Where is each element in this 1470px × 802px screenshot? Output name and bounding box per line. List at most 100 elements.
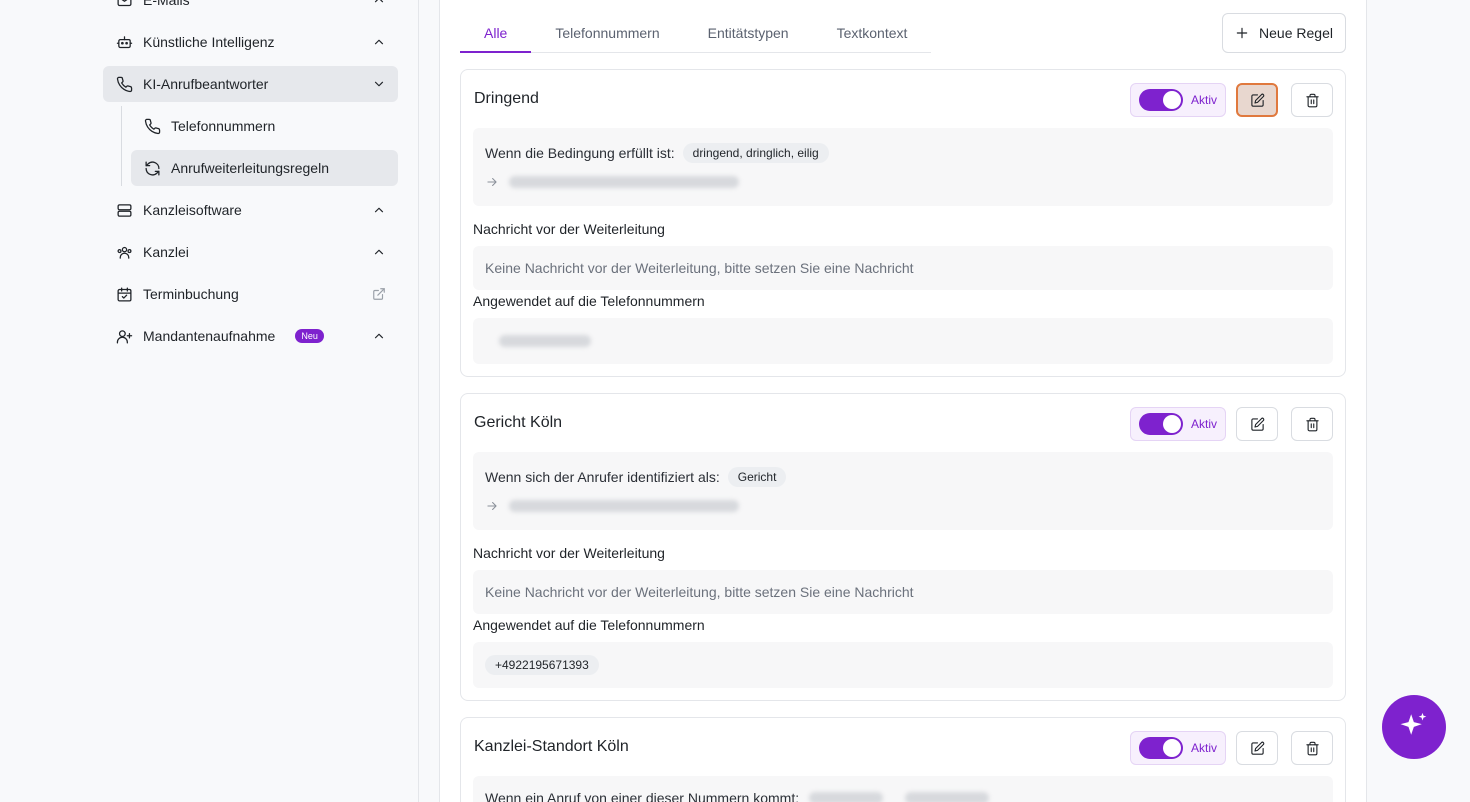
trash-icon [1305,741,1319,755]
redacted-phone [499,335,591,347]
redacted-target [509,176,739,188]
message-section-label: Nachricht vor der Weiterleitung [473,545,665,561]
rule-title: Dringend [474,90,539,107]
applied-section-label: Angewendet auf die Telefonnummern [473,293,705,309]
edit-icon [1250,741,1264,755]
sidebar: E-Mails Künstliche Intelligenz KI-Anrufb… [0,0,419,802]
calendar-check-icon [115,285,133,303]
status-label: Aktiv [1191,93,1218,107]
tab-phone-numbers[interactable]: Telefonnummern [531,14,683,52]
server-icon [115,201,133,219]
condition-box: Wenn sich der Anrufer identifiziert als:… [473,452,1333,530]
new-rule-label: Neue Regel [1259,25,1333,41]
condition-label: Wenn die Bedingung erfüllt ist: [485,145,675,161]
chevron-up-icon [372,329,386,343]
applied-section-label: Angewendet auf die Telefonnummern [473,617,705,633]
condition-box: Wenn ein Anruf von einer dieser Nummern … [473,776,1333,802]
tab-text-context[interactable]: Textkontext [813,14,932,52]
chevron-up-icon [372,35,386,49]
message-field[interactable]: Keine Nachricht vor der Weiterleitung, b… [473,246,1333,290]
status-label: Aktiv [1191,741,1218,755]
edit-button[interactable] [1236,407,1278,441]
sparkles-icon [1400,712,1427,735]
filter-tabs: Alle Telefonnummern Entitätstypen Textko… [460,14,931,53]
sidebar-item-label: Telefonnummern [171,118,276,134]
submenu-line [121,106,122,186]
phone-icon [143,117,161,135]
users-icon [115,243,133,261]
rule-title: Gericht Köln [474,414,563,431]
rule-card: Kanzlei-Standort Köln Aktiv Wenn ein Anr… [460,717,1346,802]
status-toggle-container: Aktiv [1130,83,1226,117]
message-field[interactable]: Keine Nachricht vor der Weiterleitung, b… [473,570,1333,614]
condition-box: Wenn die Bedingung erfüllt ist: dringend… [473,128,1333,206]
entity-chip: Gericht [727,467,787,487]
trash-icon [1305,417,1319,431]
sidebar-item-label: Mandantenaufnahme [143,328,276,344]
message-section-label: Nachricht vor der Weiterleitung [473,221,665,237]
phone-icon [115,75,133,93]
sidebar-item-label: E-Mails [143,0,190,8]
rule-card: Gericht Köln Aktiv Wenn sich der Anrufer… [460,393,1346,701]
user-plus-icon [115,327,133,345]
rule-title: Kanzlei-Standort Köln [474,738,629,755]
delete-button[interactable] [1291,407,1333,441]
delete-button[interactable] [1291,83,1333,117]
active-toggle[interactable] [1139,413,1183,435]
arrow-right-icon [487,501,497,511]
status-toggle-container: Aktiv [1130,407,1226,441]
status-label: Aktiv [1191,417,1218,431]
external-link-icon [372,287,386,301]
redacted-number [905,792,990,802]
refresh-icon [143,159,161,177]
plus-icon [1236,27,1248,39]
sidebar-item-label: Anrufweiterleitungsregeln [171,160,329,176]
sidebar-item-ai-answering[interactable]: KI-Anrufbeantworter [103,66,398,102]
keyword-chip: dringend, dringlich, eilig [682,143,829,163]
active-toggle[interactable] [1139,737,1183,759]
sidebar-item-label: Kanzlei [143,244,189,260]
phone-list [473,318,1333,364]
edit-icon [1250,417,1264,431]
arrow-right-icon [487,177,497,187]
sidebar-item-office-software[interactable]: Kanzleisoftware [103,192,398,228]
trash-icon [1305,93,1319,107]
status-toggle-container: Aktiv [1130,731,1226,765]
chevron-down-icon [372,77,386,91]
phone-chip: +4922195671393 [485,655,599,675]
mail-icon [115,0,133,9]
active-toggle[interactable] [1139,89,1183,111]
sidebar-item-booking[interactable]: Terminbuchung [103,276,398,312]
sidebar-item-label: Terminbuchung [143,286,239,302]
ai-assistant-button[interactable] [1382,695,1446,759]
bot-icon [115,33,133,51]
sidebar-item-phone-numbers[interactable]: Telefonnummern [131,108,398,144]
sidebar-item-label: KI-Anrufbeantworter [143,76,269,92]
redacted-number [809,792,884,802]
redacted-target [509,500,739,512]
sidebar-item-forwarding-rules[interactable]: Anrufweiterleitungsregeln [131,150,398,186]
condition-label: Wenn ein Anruf von einer dieser Nummern … [485,790,800,802]
new-rule-button[interactable]: Neue Regel [1222,13,1346,53]
delete-button[interactable] [1291,731,1333,765]
edit-button[interactable] [1236,731,1278,765]
phone-list: +4922195671393 [473,642,1333,688]
forward-target [485,175,739,189]
tab-entity-types[interactable]: Entitätstypen [684,14,813,52]
forward-target [485,499,739,513]
edit-icon [1250,93,1264,107]
condition-label: Wenn sich der Anrufer identifiziert als: [485,469,720,485]
sidebar-item-client-intake[interactable]: Mandantenaufnahme Neu [103,318,398,354]
edit-button[interactable] [1236,83,1278,117]
chevron-up-icon [372,245,386,259]
sidebar-item-emails[interactable]: E-Mails [103,0,398,18]
sidebar-item-ai[interactable]: Künstliche Intelligenz [103,24,398,60]
sidebar-item-label: Kanzleisoftware [143,202,242,218]
new-badge: Neu [295,329,324,343]
sidebar-item-office[interactable]: Kanzlei [103,234,398,270]
chevron-up-icon [372,0,386,7]
rule-card: Dringend Aktiv Wenn die Bedingung erfüll… [460,69,1346,377]
tab-all[interactable]: Alle [460,14,532,53]
chevron-up-icon [372,203,386,217]
sidebar-item-label: Künstliche Intelligenz [143,34,275,50]
